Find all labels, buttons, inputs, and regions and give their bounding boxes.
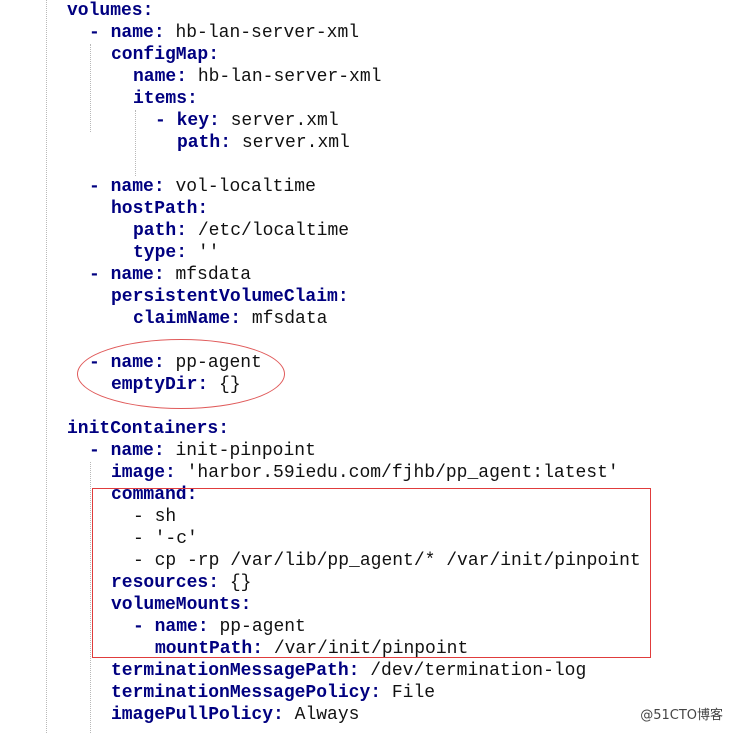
colon: :	[153, 177, 165, 197]
code-line: persistentVolumeClaim:	[111, 286, 349, 308]
code-line: - key: server.xml	[155, 110, 339, 132]
colon: :	[337, 287, 349, 307]
code-line: imagePullPolicy: Always	[111, 704, 359, 726]
yaml-value: hb-lan-server-xml	[164, 23, 360, 43]
colon: :	[209, 111, 220, 131]
colon: :	[230, 309, 242, 329]
indent-guide	[46, 0, 47, 733]
yaml-key: volumes	[67, 1, 143, 21]
list-dash: -	[155, 111, 177, 131]
list-dash: -	[89, 23, 111, 43]
yaml-value: server.xml	[219, 111, 339, 131]
code-line: items:	[133, 88, 198, 110]
yaml-key: name	[110, 177, 154, 197]
yaml-value: Always	[283, 705, 360, 725]
yaml-key: terminationMessagePath	[111, 661, 349, 681]
code-line: - name: init-pinpoint	[89, 440, 316, 462]
code-line: terminationMessagePolicy: File	[111, 682, 435, 704]
colon: :	[176, 221, 188, 241]
colon: :	[370, 683, 382, 703]
code-line: volumes:	[67, 0, 153, 22]
indent-guide	[90, 462, 91, 733]
yaml-key: terminationMessagePolicy	[111, 683, 371, 703]
yaml-value: 'harbor.59iedu.com/fjhb/pp_agent:latest'	[175, 463, 619, 483]
colon: :	[197, 199, 209, 219]
colon: :	[153, 23, 165, 43]
yaml-key: persistentVolumeClaim	[111, 287, 338, 307]
indent-guide	[135, 110, 136, 176]
colon: :	[176, 243, 188, 263]
colon: :	[187, 89, 198, 109]
colon: :	[142, 1, 154, 21]
yaml-key: claimName	[133, 309, 231, 329]
colon: :	[348, 661, 360, 681]
yaml-key: path	[177, 133, 221, 153]
list-dash: -	[89, 441, 111, 461]
yaml-key: initContainers	[67, 419, 219, 439]
yaml-value: hb-lan-server-xml	[187, 67, 382, 87]
code-line: - name: hb-lan-server-xml	[89, 22, 359, 44]
colon: :	[220, 133, 232, 153]
yaml-key: hostPath	[111, 199, 198, 219]
yaml-value: mfsdata	[241, 309, 328, 329]
code-line: path: /etc/localtime	[133, 220, 349, 242]
yaml-key: imagePullPolicy	[111, 705, 274, 725]
list-dash: -	[89, 177, 111, 197]
yaml-key: image	[111, 463, 166, 483]
yaml-key: name	[110, 441, 154, 461]
yaml-value: mfsdata	[164, 265, 252, 285]
code-line: path: server.xml	[177, 132, 350, 154]
colon: :	[218, 419, 230, 439]
colon: :	[208, 45, 220, 65]
code-line: configMap:	[111, 44, 219, 66]
yaml-key: key	[176, 111, 210, 131]
yaml-key: name	[133, 67, 177, 87]
yaml-value: /etc/localtime	[187, 221, 350, 241]
code-line: claimName: mfsdata	[133, 308, 327, 330]
code-line: - name: vol-localtime	[89, 176, 316, 198]
yaml-key: name	[110, 265, 154, 285]
yaml-key: configMap	[111, 45, 209, 65]
colon: :	[153, 441, 165, 461]
colon: :	[153, 265, 165, 285]
code-line: initContainers:	[67, 418, 229, 440]
indent-guide	[90, 44, 91, 132]
yaml-key: path	[133, 221, 177, 241]
code-line: type: ''	[133, 242, 219, 264]
yaml-key: type	[133, 243, 177, 263]
code-line: name: hb-lan-server-xml	[133, 66, 381, 88]
yaml-value: vol-localtime	[164, 177, 316, 197]
watermark: @51CTO博客	[640, 708, 723, 723]
colon: :	[165, 463, 176, 483]
yaml-key: name	[110, 23, 154, 43]
code-line: image: 'harbor.59iedu.com/fjhb/pp_agent:…	[111, 462, 619, 484]
list-dash: -	[89, 265, 111, 285]
code-line: - name: mfsdata	[89, 264, 251, 286]
code-line: hostPath:	[111, 198, 208, 220]
yaml-value: server.xml	[231, 133, 350, 153]
yaml-key: items	[133, 89, 188, 109]
yaml-value: File	[381, 683, 436, 703]
yaml-value: ''	[187, 243, 220, 263]
code-line: terminationMessagePath: /dev/termination…	[111, 660, 586, 682]
yaml-value: init-pinpoint	[164, 441, 316, 461]
colon: :	[176, 67, 188, 87]
colon: :	[273, 705, 284, 725]
yaml-value: /dev/termination-log	[359, 661, 587, 681]
annotation-rectangle	[92, 488, 651, 658]
annotation-ellipse	[77, 339, 285, 409]
